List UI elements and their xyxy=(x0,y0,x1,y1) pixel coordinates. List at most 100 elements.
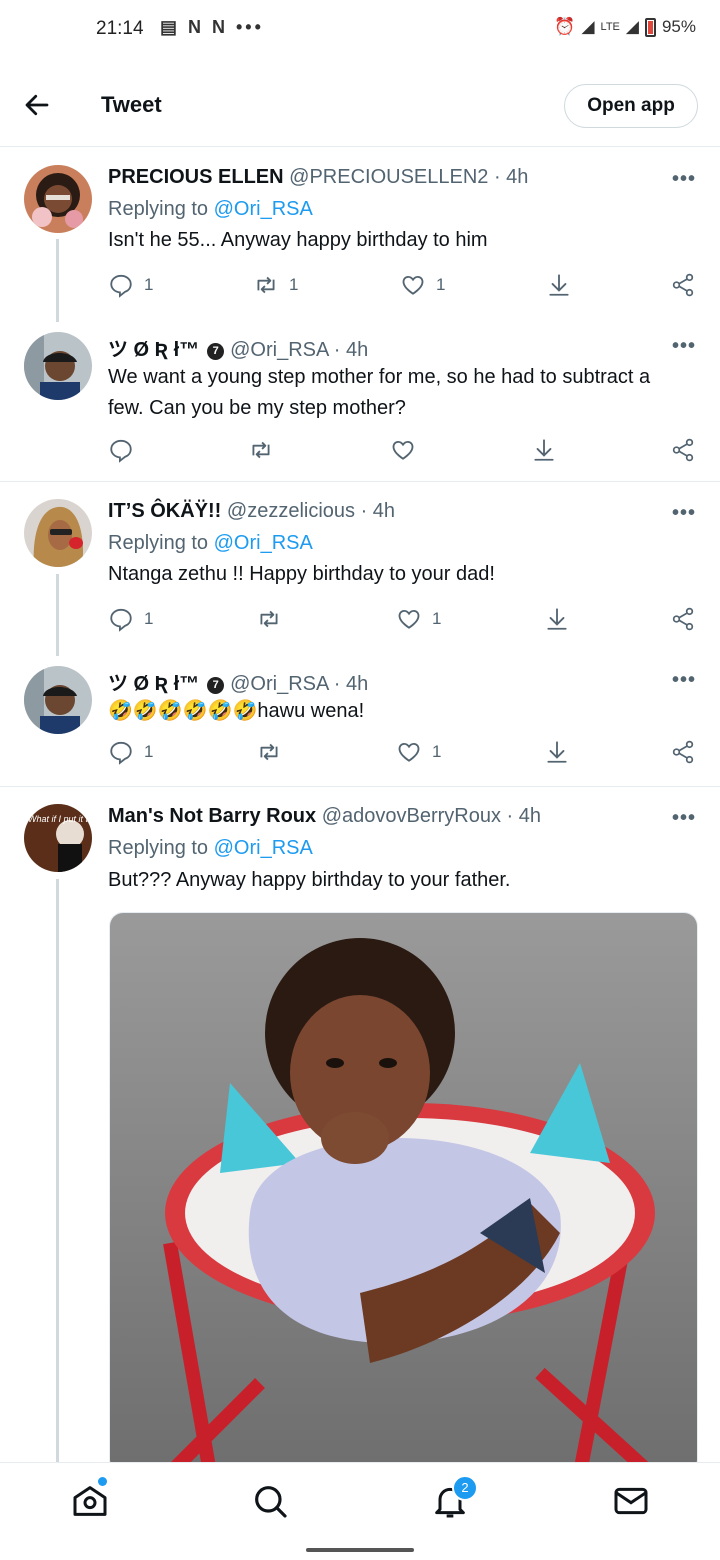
like-button[interactable]: 1 xyxy=(396,739,441,765)
share-icon xyxy=(672,273,694,297)
search-icon[interactable] xyxy=(250,1481,290,1521)
more-options-icon[interactable]: ••• xyxy=(672,168,696,191)
retweet-button[interactable] xyxy=(256,739,282,765)
more-options-icon[interactable]: ••• xyxy=(672,502,696,525)
retweet-button[interactable]: 1 xyxy=(253,272,298,298)
tweet[interactable]: IT’S ÔKÄŸ!! @zezzelicious · 4h ••• Reply… xyxy=(0,482,720,656)
mention-link[interactable]: @Ori_RSA xyxy=(214,837,313,859)
tweet[interactable]: ツ Ø Ʀ ł™ 7 @Ori_RSA · 4h ••• 🤣🤣🤣🤣🤣🤣hawu we… xyxy=(0,656,720,786)
handle[interactable]: @PRECIOUSELLEN2 xyxy=(289,166,488,188)
heart-icon xyxy=(398,609,420,629)
retweet-button[interactable] xyxy=(256,606,282,632)
share-button[interactable] xyxy=(670,739,696,765)
download-button[interactable] xyxy=(531,437,557,463)
tweet-actions: 1 1 xyxy=(108,606,698,636)
gesture-bar[interactable] xyxy=(306,1548,414,1552)
battery-percent: 95% xyxy=(661,17,696,36)
reply-icon xyxy=(110,274,132,298)
retweet-icon xyxy=(260,610,278,628)
share-button[interactable] xyxy=(670,606,696,632)
timestamp: · 4h xyxy=(493,166,529,188)
heart-icon xyxy=(402,275,424,295)
more-options-icon[interactable]: ••• xyxy=(672,807,696,830)
replying-label: Replying to xyxy=(108,198,209,220)
display-name[interactable]: IT’S ÔKÄŸ!! xyxy=(108,500,221,522)
like-button[interactable]: 1 xyxy=(396,606,441,632)
more-options-icon[interactable]: ••• xyxy=(672,335,696,358)
tweet-text: We want a young step mother for me, so h… xyxy=(108,366,651,419)
handle[interactable]: @Ori_RSA xyxy=(230,673,328,695)
tweet-text: Ntanga zethu !! Happy birthday to your d… xyxy=(108,563,495,585)
display-name[interactable]: PRECIOUS ELLEN xyxy=(108,166,284,188)
timestamp: · 4h xyxy=(506,805,541,827)
download-icon xyxy=(547,741,567,763)
handle[interactable]: @zezzelicious xyxy=(227,500,355,522)
reply-icon xyxy=(110,439,132,463)
reply-button[interactable] xyxy=(108,437,134,463)
status-indicators: ⏰ ◢ LTE ◢ 95% xyxy=(554,17,696,37)
verified-badge-icon: 7 xyxy=(207,343,225,360)
tweet[interactable]: ツ Ø Ʀ ł™ 7 @Ori_RSA · 4h ••• We want a you… xyxy=(0,322,720,480)
tweet-header: ツ Ø Ʀ ł™ 7 @Ori_RSA · 4h xyxy=(108,333,368,362)
tweet-media-image[interactable] xyxy=(109,912,698,1474)
timestamp: · 4h xyxy=(360,500,396,522)
display-name[interactable]: ツ Ø Ʀ ł™ xyxy=(108,673,199,695)
tweet[interactable]: PRECIOUS ELLEN @PRECIOUSELLEN2 · 4h ••• … xyxy=(0,147,720,322)
replying-label: Replying to xyxy=(108,532,209,554)
handle[interactable]: @adovovBerryRoux xyxy=(322,805,501,827)
more-options-icon[interactable]: ••• xyxy=(672,669,696,692)
tweet-text: 🤣🤣🤣🤣🤣🤣hawu wena! xyxy=(108,700,365,722)
tweet-actions xyxy=(108,437,698,467)
avatar[interactable] xyxy=(24,666,92,734)
reply-button[interactable]: 1 xyxy=(108,739,153,765)
open-app-button[interactable]: Open app xyxy=(564,84,698,128)
reply-count: 1 xyxy=(144,275,154,294)
bottom-navigation: 2 xyxy=(0,1462,720,1539)
mention-link[interactable]: @Ori_RSA xyxy=(214,198,313,220)
mail-icon[interactable] xyxy=(611,1481,651,1521)
reply-button[interactable]: 1 xyxy=(108,272,153,298)
handle[interactable]: @Ori_RSA xyxy=(230,339,328,361)
reply-count: 1 xyxy=(144,609,154,628)
tweet-header: Man's Not Barry Roux @adovovBerryRoux · … xyxy=(108,805,541,828)
share-button[interactable] xyxy=(670,437,696,463)
retweet-icon xyxy=(257,276,275,294)
replying-to: Replying to @Ori_RSA xyxy=(108,532,313,555)
retweet-button[interactable] xyxy=(248,437,274,463)
reply-button[interactable]: 1 xyxy=(108,606,153,632)
back-arrow-icon[interactable] xyxy=(22,90,52,120)
avatar[interactable] xyxy=(24,332,92,400)
download-button[interactable] xyxy=(544,606,570,632)
share-button[interactable] xyxy=(670,272,696,298)
page-title: Tweet xyxy=(101,92,162,117)
like-count: 1 xyxy=(432,609,442,628)
app-header: Tweet Open app xyxy=(0,70,720,147)
home-icon[interactable] xyxy=(70,1481,110,1521)
tweet-text: But??? Anyway happy birthday to your fat… xyxy=(108,869,511,891)
like-button[interactable]: 1 xyxy=(400,272,445,298)
display-name[interactable]: Man's Not Barry Roux xyxy=(108,805,316,827)
timestamp: · 4h xyxy=(333,339,369,361)
download-button[interactable] xyxy=(544,739,570,765)
avatar[interactable] xyxy=(24,499,92,567)
mention-link[interactable]: @Ori_RSA xyxy=(214,532,313,554)
share-icon xyxy=(672,607,694,631)
like-button[interactable] xyxy=(390,437,416,463)
replying-label: Replying to xyxy=(108,837,209,859)
notification-icons: ▤ N N ••• xyxy=(160,17,264,37)
retweet-icon xyxy=(260,743,278,761)
download-button[interactable] xyxy=(546,272,572,298)
verified-badge-icon: 7 xyxy=(207,677,225,694)
thread-line xyxy=(56,879,59,1462)
battery-icon xyxy=(644,17,656,37)
avatar[interactable] xyxy=(24,165,92,233)
display-name[interactable]: ツ Ø Ʀ ł™ xyxy=(108,339,199,361)
signal-icon: ◢ xyxy=(581,17,595,36)
thread-line xyxy=(56,574,59,656)
like-count: 1 xyxy=(432,742,442,761)
replying-to: Replying to @Ori_RSA xyxy=(108,198,313,221)
tweet-actions: 1 1 1 xyxy=(108,272,698,302)
avatar-caption: What if I put it to you...? xyxy=(28,814,92,824)
avatar[interactable]: What if I put it to you...? xyxy=(24,804,92,872)
download-icon xyxy=(549,274,569,296)
